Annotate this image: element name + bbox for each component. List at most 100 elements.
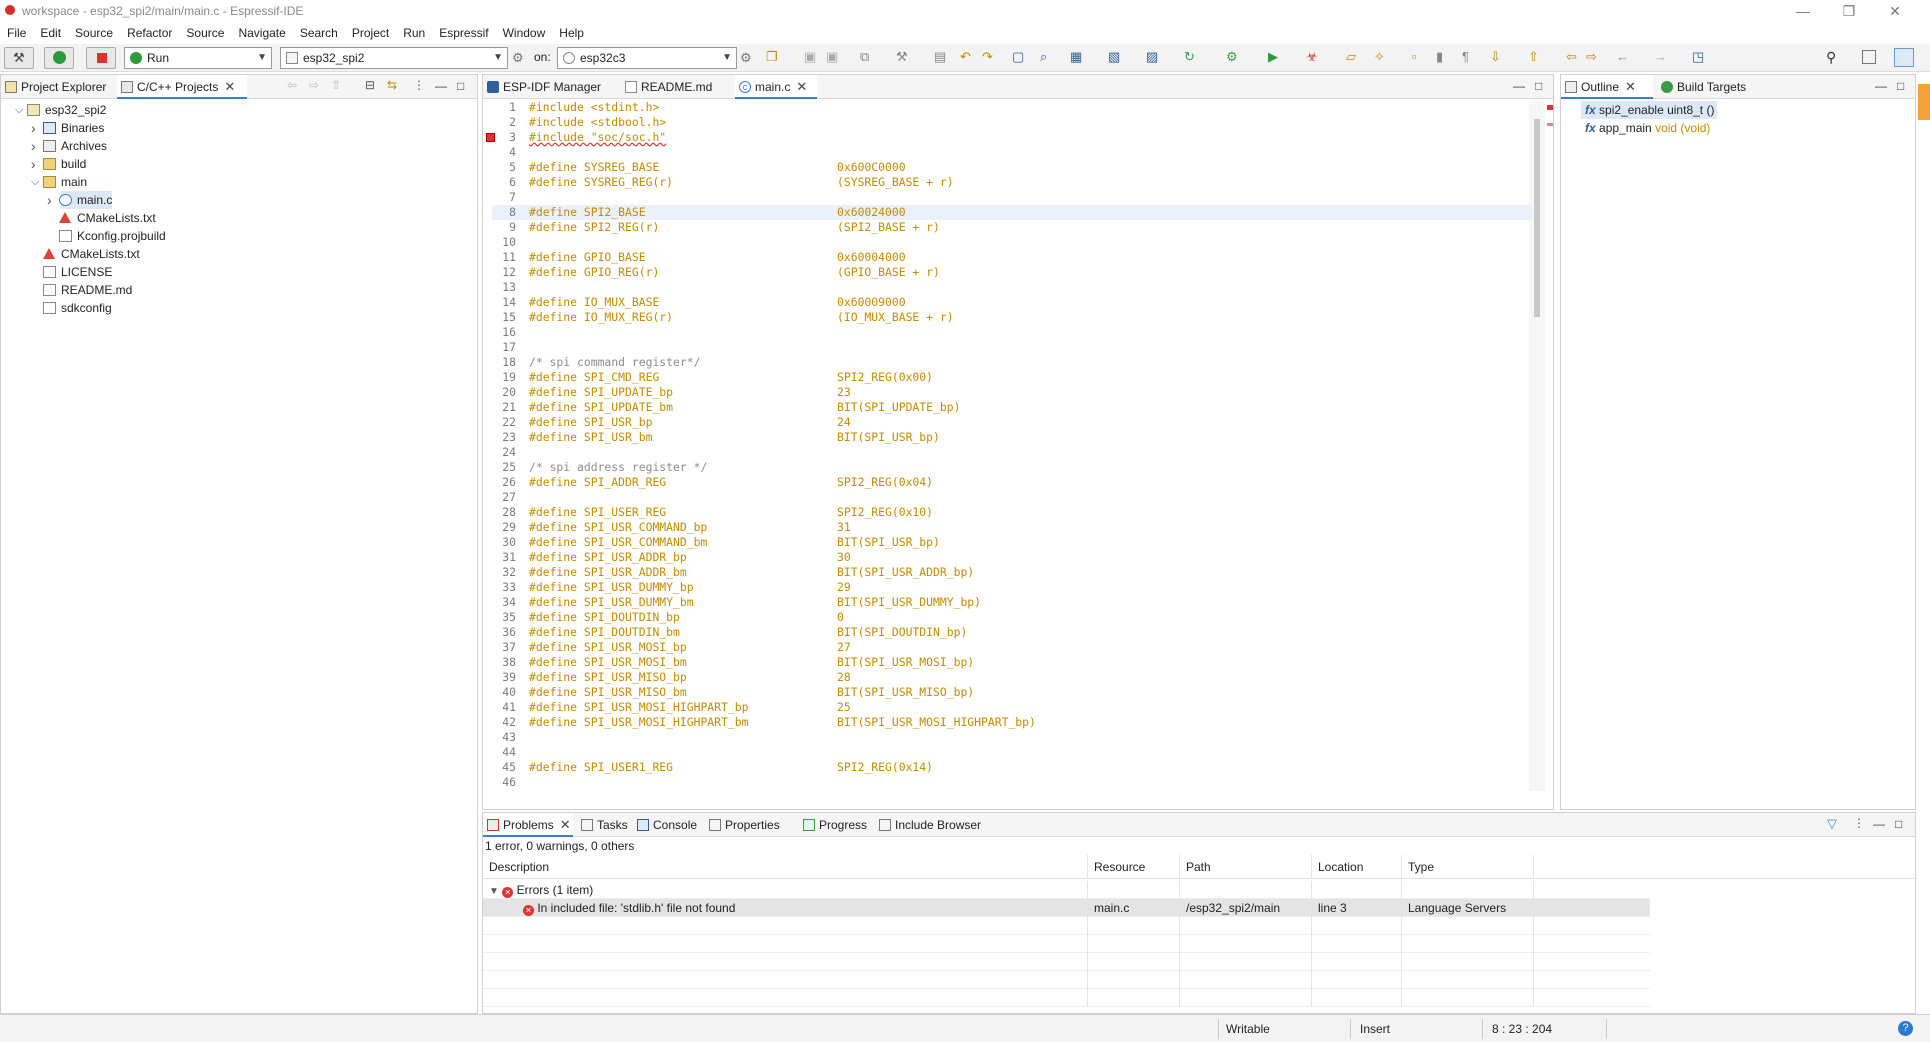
chevron-right-icon[interactable]: › xyxy=(31,119,36,137)
stop-button[interactable] xyxy=(86,47,116,69)
tab-progress[interactable]: Progress xyxy=(799,813,873,837)
menu-file[interactable]: File xyxy=(0,24,33,42)
prev-annotation-icon[interactable]: ⇧ xyxy=(1528,49,1539,65)
new-project-icon[interactable]: ▦ xyxy=(1070,49,1082,65)
new-class-icon[interactable]: ▧ xyxy=(1108,49,1120,65)
next-annotation-icon[interactable]: ⇩ xyxy=(1490,49,1501,65)
tab-readme[interactable]: README.md xyxy=(621,75,731,99)
debug-icon[interactable]: ☣ xyxy=(1306,49,1318,65)
pin-editor-icon[interactable]: ◳ xyxy=(1692,49,1704,65)
overview-error-marker[interactable] xyxy=(1547,105,1553,110)
terminal-icon[interactable]: ▢ xyxy=(1012,49,1024,65)
bookmark-icon[interactable]: ▮ xyxy=(1436,49,1443,65)
chevron-right-icon[interactable]: › xyxy=(31,155,36,173)
launch-button[interactable] xyxy=(44,47,74,69)
nav-back-icon[interactable]: ← xyxy=(1616,49,1629,64)
config-settings-icon[interactable]: ⚙ xyxy=(512,50,524,66)
menu-source[interactable]: Source xyxy=(68,24,120,42)
help-icon[interactable]: ? xyxy=(1898,1021,1913,1036)
build-button[interactable]: ⚒ xyxy=(4,47,34,69)
menu-project[interactable]: Project xyxy=(345,24,396,42)
up-icon[interactable]: ⇧ xyxy=(331,78,341,92)
tree-item[interactable]: › Binaries xyxy=(31,119,104,137)
tab-problems[interactable]: Problems ✕ xyxy=(483,813,573,837)
launch-mode-select[interactable]: Run ▼ xyxy=(124,47,272,69)
save-icon[interactable]: ▣ xyxy=(804,49,816,65)
chevron-right-icon[interactable]: › xyxy=(47,191,52,209)
maximize-outline-icon[interactable]: □ xyxy=(1897,79,1904,93)
outline-item[interactable]: fx spi2_enable uint8_t () xyxy=(1585,102,1714,118)
close-icon[interactable]: ✕ xyxy=(796,79,807,94)
menu-refactor[interactable]: Refactor xyxy=(120,24,179,42)
undo-icon[interactable]: ↶ xyxy=(960,49,971,65)
tab-main-c[interactable]: c main.c ✕ xyxy=(735,75,817,99)
expand-icon[interactable]: ▼ xyxy=(489,886,499,897)
link-editor-icon[interactable]: ⇆ xyxy=(387,78,397,92)
col-location[interactable]: Location xyxy=(1312,855,1402,879)
open-folder-icon[interactable]: ▱ xyxy=(1346,49,1356,65)
gear-icon[interactable]: ⚙ xyxy=(1226,49,1238,65)
close-icon[interactable]: ✕ xyxy=(224,79,235,94)
minimize-editor-icon[interactable]: — xyxy=(1513,79,1525,93)
menu-edit[interactable]: Edit xyxy=(33,24,68,42)
wand-icon[interactable]: ✧ xyxy=(1374,49,1385,65)
chevron-down-icon[interactable]: ⌵ xyxy=(31,173,39,191)
overview-marker[interactable] xyxy=(1547,123,1553,126)
minimize-view-icon[interactable]: — xyxy=(435,79,447,93)
menu-source-2[interactable]: Source xyxy=(179,24,231,42)
save-all-icon[interactable]: ▣ xyxy=(826,49,838,65)
maximize-button[interactable]: ❐ xyxy=(1826,0,1872,24)
chevron-down-icon[interactable]: ⌵ xyxy=(15,101,23,119)
menu-run[interactable]: Run xyxy=(396,24,432,42)
tree-item[interactable]: ⌵ esp32_spi2 xyxy=(15,101,106,119)
tree-item[interactable]: README.md xyxy=(43,281,132,299)
tree-item[interactable]: › main.c xyxy=(47,191,113,209)
tab-console[interactable]: Console xyxy=(633,813,703,837)
col-path[interactable]: Path xyxy=(1180,855,1312,879)
perspective-c-icon[interactable] xyxy=(1894,48,1914,67)
tree-item[interactable]: ⌵ main xyxy=(31,173,87,191)
tab-project-explorer[interactable]: Project Explorer xyxy=(1,75,117,99)
new-file-icon[interactable]: ▨ xyxy=(1146,49,1158,65)
minimize-problems-icon[interactable]: — xyxy=(1873,817,1885,831)
tab-cpp-projects[interactable]: C/C++ Projects ✕ xyxy=(117,75,247,99)
tree-item[interactable]: LICENSE xyxy=(43,263,112,281)
tree-item[interactable]: Kconfig.projbuild xyxy=(59,227,166,245)
tree-item[interactable]: CMakeLists.txt xyxy=(43,245,140,263)
forward-history-icon[interactable]: ⇨ xyxy=(1586,49,1597,65)
tab-include-browser[interactable]: Include Browser xyxy=(875,813,989,837)
tab-esp-idf-manager[interactable]: ESP-IDF Manager xyxy=(483,75,617,99)
menu-espressif[interactable]: Espressif xyxy=(432,24,495,42)
close-icon[interactable]: ✕ xyxy=(560,817,571,832)
target-select[interactable]: esp32c3 ▼ xyxy=(557,47,737,69)
tree-item[interactable]: › Archives xyxy=(31,137,107,155)
maximize-editor-icon[interactable]: □ xyxy=(1535,79,1542,93)
maximize-problems-icon[interactable]: □ xyxy=(1895,817,1902,831)
back-history-icon[interactable]: ⇦ xyxy=(1566,49,1577,65)
tools-icon[interactable]: ⚒ xyxy=(896,49,908,65)
search-icon[interactable]: ⚲ xyxy=(1826,49,1836,66)
nav-forward-icon[interactable]: → xyxy=(1654,49,1667,64)
col-type[interactable]: Type xyxy=(1402,855,1534,879)
launch-config-select[interactable]: esp32_spi2 ▼ xyxy=(280,47,508,69)
problems-group-row[interactable]: ▼ ✕ Errors (1 item) xyxy=(483,881,1650,899)
menu-help[interactable]: Help xyxy=(552,24,591,42)
redo-icon[interactable]: ↷ xyxy=(982,49,993,65)
menu-search[interactable]: Search xyxy=(293,24,345,42)
debug-config-icon[interactable]: ⧉ xyxy=(860,49,869,65)
new-icon[interactable]: ❐ xyxy=(766,49,778,65)
tab-properties[interactable]: Properties xyxy=(705,813,789,837)
open-perspective-icon[interactable] xyxy=(1862,50,1876,64)
minimize-outline-icon[interactable]: — xyxy=(1875,79,1887,93)
col-resource[interactable]: Resource xyxy=(1088,855,1180,879)
back-icon[interactable]: ⇦ xyxy=(287,78,297,92)
print-icon[interactable]: ▤ xyxy=(934,49,946,65)
scrollbar-thumb[interactable] xyxy=(1534,119,1540,317)
menu-navigate[interactable]: Navigate xyxy=(231,24,292,42)
collapse-all-icon[interactable]: ⊟ xyxy=(365,78,375,92)
tab-build-targets[interactable]: Build Targets xyxy=(1657,75,1767,99)
close-window-button[interactable]: ✕ xyxy=(1872,0,1918,24)
view-menu-icon[interactable]: ⋮ xyxy=(413,78,425,92)
col-description[interactable]: Description xyxy=(483,855,1088,879)
outline-item[interactable]: fx app_main void (void) xyxy=(1585,120,1710,136)
